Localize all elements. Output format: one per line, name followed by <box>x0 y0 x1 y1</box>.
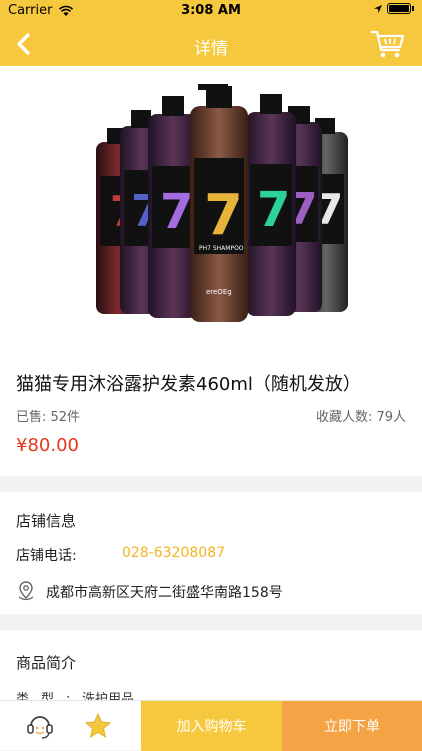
svg-text:ereOEg: ereOEg <box>206 288 232 296</box>
status-right <box>373 3 414 14</box>
product-info: 猫猫专用沐浴露护发素460ml（随机发放） 已售: 52件 收藏人数: 79人 … <box>0 348 422 476</box>
store-phone[interactable]: 028-63208087 <box>122 545 225 561</box>
product-price: ¥80.00 <box>16 435 79 456</box>
product-image: 7 7 7 7 7 7 7 PH7 SHAMPOO ereOEg <box>0 66 422 348</box>
svg-text:7: 7 <box>257 182 290 238</box>
location-arrow-icon <box>374 4 382 13</box>
status-time: 3:08 AM <box>181 3 241 18</box>
shampoo-bottles-image: 7 7 7 7 7 7 7 PH7 SHAMPOO ereOEg <box>96 84 348 322</box>
buy-now-button[interactable]: 立即下单 <box>282 701 422 751</box>
bottom-action-bar: 加入购物车 立即下单 <box>0 700 422 751</box>
favorite-star-icon[interactable] <box>80 709 116 743</box>
svg-text:7: 7 <box>160 184 193 240</box>
favorite-count: 收藏人数: 79人 <box>315 410 406 425</box>
location-pin-icon <box>18 581 34 601</box>
nav-bar: 详情 <box>0 22 422 66</box>
battery-cap <box>412 6 414 11</box>
product-title: 猫猫专用沐浴露护发素460ml（随机发放） <box>16 374 361 395</box>
add-to-cart-button[interactable]: 加入购物车 <box>141 701 282 751</box>
store-address[interactable]: 成都市高新区天府二街盛华南路158号 <box>46 582 283 602</box>
store-info: 店铺信息 店铺电话: 028-63208087 成都市高新区天府二街盛华南路15… <box>0 492 422 614</box>
status-bar: Carrier 3:08 AM <box>0 0 422 22</box>
store-heading: 店铺信息 <box>16 512 77 530</box>
svg-text:PH7 SHAMPOO: PH7 SHAMPOO <box>199 245 244 252</box>
store-phone-label: 店铺电话: <box>16 548 77 564</box>
page-title: 详情 <box>194 39 228 59</box>
description-heading: 商品简介 <box>16 654 77 672</box>
cart-icon[interactable] <box>370 28 406 60</box>
sold-count: 已售: 52件 <box>16 410 81 425</box>
battery-icon <box>387 3 411 14</box>
svg-text:7: 7 <box>204 183 243 248</box>
customer-service-icon[interactable] <box>22 709 58 743</box>
